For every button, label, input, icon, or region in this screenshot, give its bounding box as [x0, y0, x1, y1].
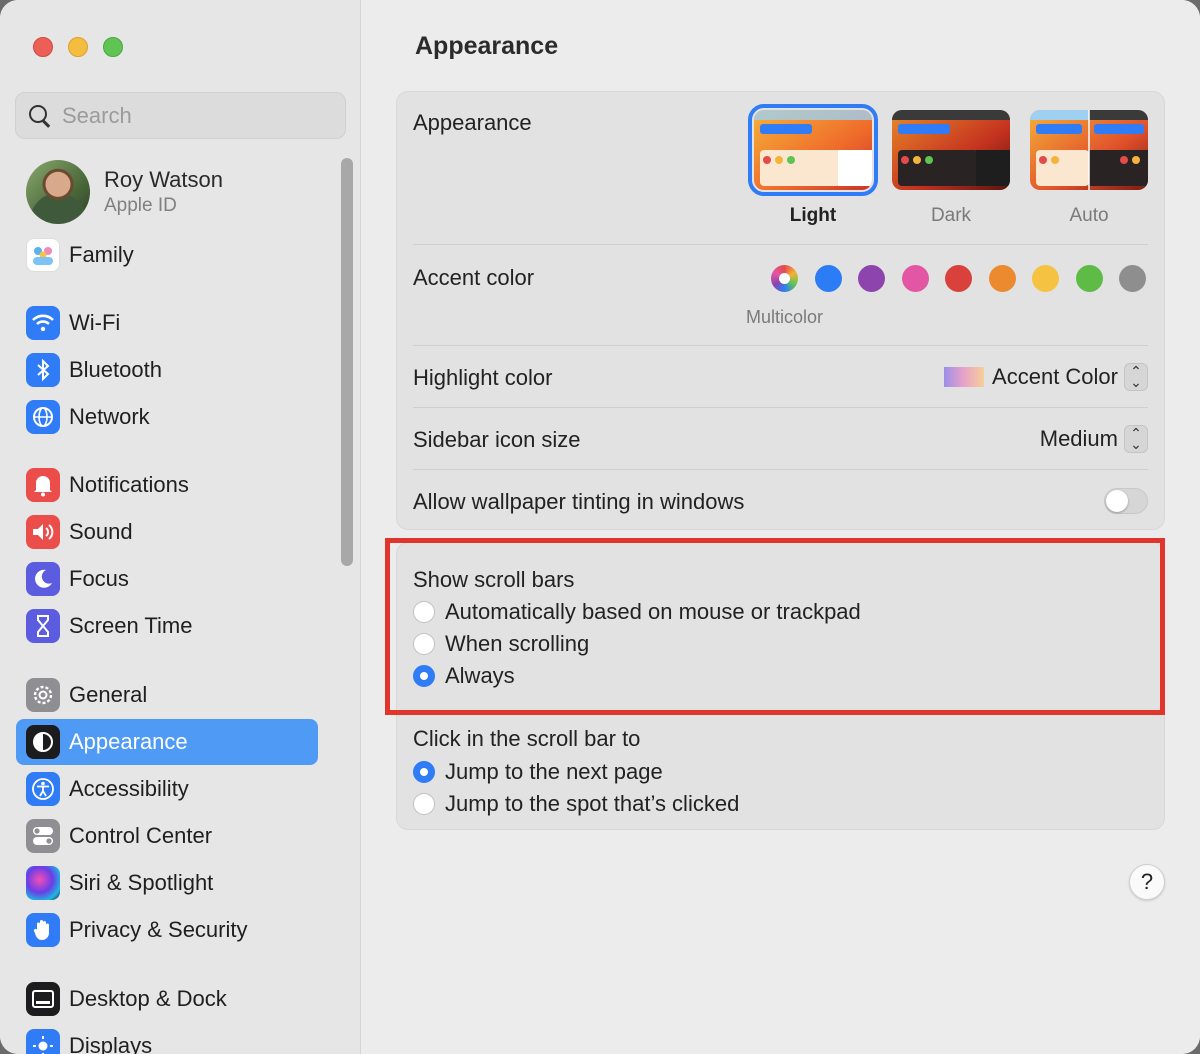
- wallpaper-tinting-toggle[interactable]: [1104, 488, 1148, 514]
- minimize-button[interactable]: [68, 37, 88, 57]
- appearance-auto-option[interactable]: [1030, 110, 1148, 190]
- accent-purple-swatch[interactable]: [858, 265, 885, 292]
- sun-icon: [26, 1029, 60, 1054]
- scroll-bars-auto-option[interactable]: Automatically based on mouse or trackpad: [413, 599, 861, 625]
- chevron-updown-icon: ⌃ ⌄: [1124, 425, 1148, 453]
- accent-green-swatch[interactable]: [1076, 265, 1103, 292]
- accent-color-label: Accent color: [413, 265, 535, 290]
- sidebar-item-privacy-security[interactable]: Privacy & Security: [16, 907, 318, 953]
- bluetooth-icon: [26, 353, 60, 387]
- apple-id-account[interactable]: Roy Watson Apple ID: [26, 160, 223, 224]
- accent-red-swatch[interactable]: [945, 265, 972, 292]
- highlight-color-preview: [944, 367, 985, 387]
- accessibility-icon: [26, 772, 60, 806]
- appearance-light-label: Light: [789, 205, 837, 226]
- sidebar-item-wifi[interactable]: Wi-Fi: [16, 300, 318, 346]
- appearance-dark-option[interactable]: [892, 110, 1010, 190]
- sidebar-item-sound[interactable]: Sound: [16, 509, 318, 555]
- sidebar-icon-size-value: Medium: [1039, 426, 1118, 451]
- main-pane: Appearance Appearance Light Dark Auto Ac…: [362, 0, 1200, 1054]
- sidebar-scrollbar[interactable]: [341, 158, 353, 566]
- gear-icon: [26, 678, 60, 712]
- accent-selected-name: Multicolor: [745, 307, 824, 327]
- accent-yellow-swatch[interactable]: [1032, 265, 1059, 292]
- sidebar-item-focus[interactable]: Focus: [16, 556, 318, 602]
- sidebar-item-family[interactable]: Family: [16, 232, 318, 278]
- sidebar: Roy Watson Apple ID Family Wi-Fi Bluetoo…: [0, 0, 361, 1054]
- help-button[interactable]: ?: [1129, 864, 1165, 900]
- click-scroll-bar-label: Click in the scroll bar to: [413, 726, 641, 751]
- sidebar-item-accessibility[interactable]: Accessibility: [16, 766, 318, 812]
- wallpaper-tinting-label: Allow wallpaper tinting in windows: [413, 489, 745, 514]
- sidebar-item-screen-time[interactable]: Screen Time: [16, 603, 318, 649]
- scroll-bars-when-scrolling-option[interactable]: When scrolling: [413, 631, 589, 657]
- sidebar-item-control-center[interactable]: Control Center: [16, 813, 318, 859]
- appearance-label: Appearance: [413, 110, 532, 135]
- dock-icon: [26, 982, 60, 1016]
- appearance-icon: [26, 725, 60, 759]
- appearance-dark-label: Dark: [930, 205, 972, 226]
- sidebar-item-bluetooth[interactable]: Bluetooth: [16, 347, 318, 393]
- highlight-color-popup[interactable]: Accent Color ⌃ ⌄: [944, 363, 1148, 391]
- radio-button[interactable]: [413, 793, 435, 815]
- hand-icon: [26, 913, 60, 947]
- sidebar-item-appearance[interactable]: Appearance: [16, 719, 318, 765]
- accent-multicolor-swatch[interactable]: [771, 265, 798, 292]
- globe-icon: [26, 400, 60, 434]
- accent-graphite-swatch[interactable]: [1119, 265, 1146, 292]
- appearance-auto-label: Auto: [1069, 205, 1109, 226]
- show-scroll-bars-label: Show scroll bars: [413, 567, 575, 592]
- hourglass-icon: [26, 609, 60, 643]
- highlight-color-value: Accent Color: [992, 364, 1118, 389]
- sidebar-item-notifications[interactable]: Notifications: [16, 462, 318, 508]
- search-field[interactable]: [15, 92, 346, 139]
- sidebar-item-network[interactable]: Network: [16, 394, 318, 440]
- chevron-updown-icon: ⌃ ⌄: [1124, 363, 1148, 391]
- wifi-icon: [26, 306, 60, 340]
- radio-button[interactable]: [413, 601, 435, 623]
- page-title: Appearance: [415, 32, 559, 60]
- search-icon: [28, 104, 52, 128]
- close-button[interactable]: [33, 37, 53, 57]
- highlight-color-label: Highlight color: [413, 365, 553, 390]
- scroll-bar-settings-card: Show scroll bars Automatically based on …: [396, 542, 1165, 830]
- sidebar-item-siri-spotlight[interactable]: Siri & Spotlight: [16, 860, 318, 906]
- window-controls: [33, 37, 123, 57]
- accent-orange-swatch[interactable]: [989, 265, 1016, 292]
- radio-button-selected[interactable]: [413, 665, 435, 687]
- family-icon: [26, 238, 60, 272]
- sidebar-item-displays[interactable]: Displays: [16, 1023, 318, 1054]
- account-subtitle: Apple ID: [104, 195, 177, 216]
- settings-window: Roy Watson Apple ID Family Wi-Fi Bluetoo…: [0, 0, 1200, 1054]
- appearance-light-option[interactable]: [748, 104, 878, 196]
- sidebar-icon-size-popup[interactable]: Medium ⌃ ⌄: [1040, 425, 1148, 453]
- toggles-icon: [26, 819, 60, 853]
- account-name: Roy Watson: [104, 167, 224, 192]
- sidebar-icon-size-label: Sidebar icon size: [413, 427, 581, 452]
- radio-button[interactable]: [413, 633, 435, 655]
- siri-icon: [26, 866, 60, 900]
- bell-icon: [26, 468, 60, 502]
- avatar: [26, 160, 90, 224]
- click-jump-next-page-option[interactable]: Jump to the next page: [413, 759, 663, 785]
- accent-blue-swatch[interactable]: [815, 265, 842, 292]
- sidebar-item-general[interactable]: General: [16, 672, 318, 718]
- accent-pink-swatch[interactable]: [902, 265, 929, 292]
- speaker-icon: [26, 515, 60, 549]
- moon-icon: [26, 562, 60, 596]
- appearance-settings-card: Appearance Light Dark Auto Accent color …: [396, 91, 1165, 530]
- click-jump-to-spot-option[interactable]: Jump to the spot that’s clicked: [413, 791, 739, 817]
- search-input[interactable]: [62, 102, 322, 129]
- zoom-button[interactable]: [103, 37, 123, 57]
- radio-button-selected[interactable]: [413, 761, 435, 783]
- scroll-bars-always-option[interactable]: Always: [413, 663, 515, 689]
- sidebar-item-desktop-dock[interactable]: Desktop & Dock: [16, 976, 318, 1022]
